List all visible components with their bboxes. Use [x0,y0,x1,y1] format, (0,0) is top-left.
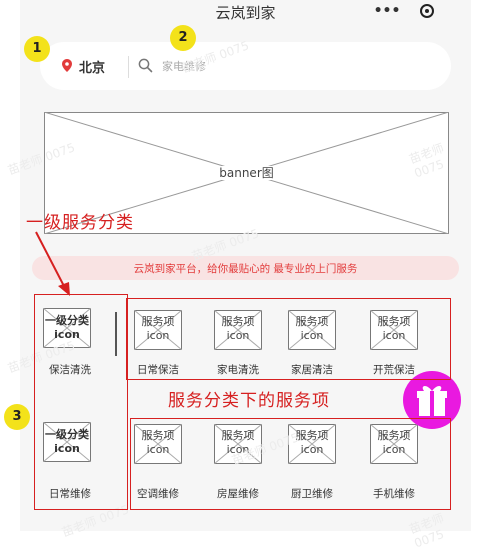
slogan-text: 云岚到家平台，给你最贴心的 最专业的上门服务 [133,263,358,275]
record-icon[interactable] [420,4,434,18]
search-icon [138,58,153,73]
service-items-row2-box [130,418,451,510]
location-pin-icon [62,59,72,72]
slogan-bar: 云岚到家平台，给你最贴心的 最专业的上门服务 [32,256,459,280]
city-selector[interactable]: 北京 [79,57,105,76]
annotation-badge-3: 3 [4,404,30,430]
service-items-row1-box [126,298,451,380]
banner-label: banner图 [217,166,276,180]
top-bar: 云岚到家 ••• [20,0,471,24]
more-icon[interactable]: ••• [372,2,402,22]
mini-program-capsule: ••• [368,2,454,22]
annotation-badge-2: 2 [170,25,196,51]
annotation-arrow [35,231,70,296]
annotation-badge-1: 1 [24,36,50,62]
search-divider [128,56,129,78]
service-items-note: 服务分类下的服务项 [168,391,330,411]
first-level-category-box [34,294,128,510]
